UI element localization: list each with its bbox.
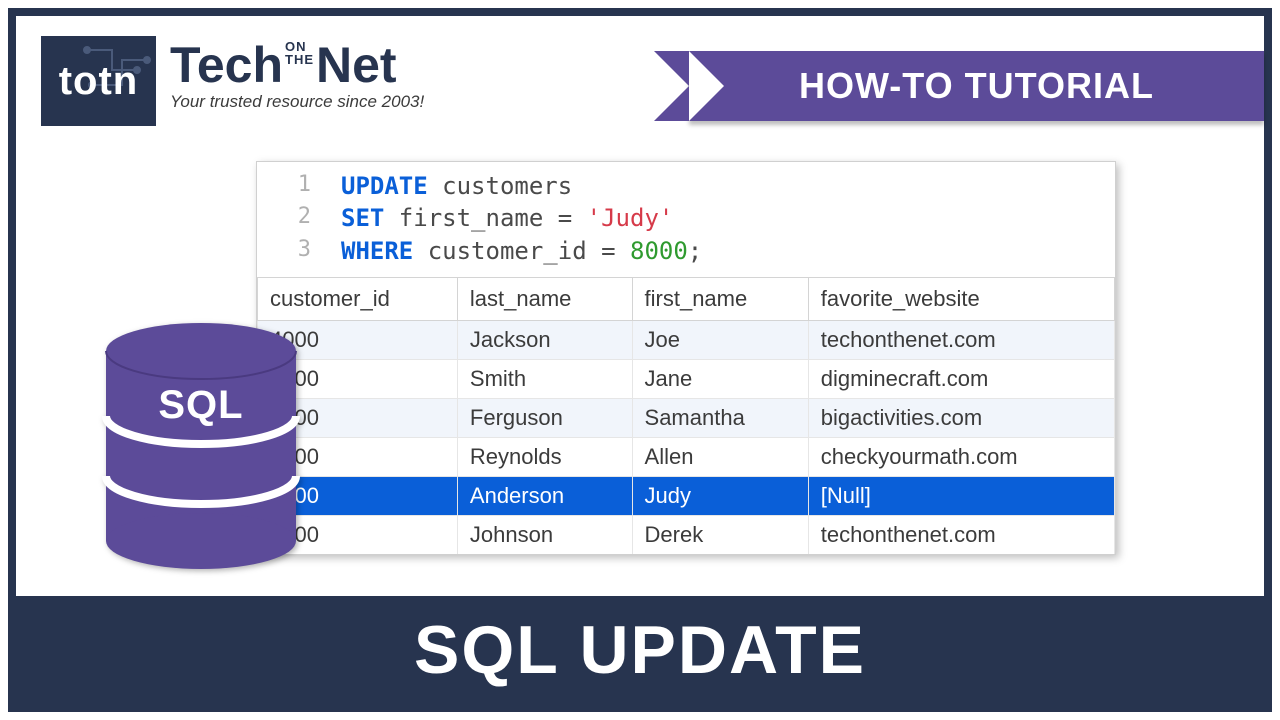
sql-card: 1 UPDATE customers 2 SET first_name = 'J… xyxy=(256,161,1116,555)
database-icon-label: SQL xyxy=(101,383,301,428)
table-cell: techonthenet.com xyxy=(808,321,1114,360)
column-header: first_name xyxy=(632,278,808,321)
table-cell: Derek xyxy=(632,516,808,555)
table-row: 8000AndersonJudy[Null] xyxy=(258,477,1115,516)
table-cell: Smith xyxy=(457,360,632,399)
column-header: favorite_website xyxy=(808,278,1114,321)
keyword-set: SET xyxy=(341,204,384,232)
content-area: 1 UPDATE customers 2 SET first_name = 'J… xyxy=(16,161,1264,596)
line-number: 1 xyxy=(271,170,311,202)
slide-frame: totn TechONTHENet Your trusted resource … xyxy=(8,8,1272,712)
totn-logo-box: totn xyxy=(41,36,156,126)
table-cell: Jane xyxy=(632,360,808,399)
table-cell: [Null] xyxy=(808,477,1114,516)
slide-title: SQL UPDATE xyxy=(414,611,866,689)
brand-main: TechONTHENet xyxy=(170,40,424,90)
header: totn TechONTHENet Your trusted resource … xyxy=(16,16,1264,136)
table-cell: Reynolds xyxy=(457,438,632,477)
tagline: Your trusted resource since 2003! xyxy=(170,92,424,112)
string-literal: 'Judy' xyxy=(587,204,674,232)
code-line: 1 UPDATE customers xyxy=(271,170,1101,202)
brand-tech: Tech xyxy=(170,37,283,93)
table-row: 5000SmithJanedigminecraft.com xyxy=(258,360,1115,399)
table-cell: Jackson xyxy=(457,321,632,360)
result-table: customer_id last_name first_name favorit… xyxy=(257,277,1115,554)
table-cell: checkyourmath.com xyxy=(808,438,1114,477)
database-icon: SQL xyxy=(101,321,301,571)
totn-logo-text: totn xyxy=(59,59,139,104)
table-row: 6000FergusonSamanthabigactivities.com xyxy=(258,399,1115,438)
keyword-update: UPDATE xyxy=(341,172,428,200)
footer-bar: SQL UPDATE xyxy=(16,596,1264,704)
column-header: customer_id xyxy=(258,278,458,321)
table-cell: techonthenet.com xyxy=(808,516,1114,555)
code-block: 1 UPDATE customers 2 SET first_name = 'J… xyxy=(257,162,1115,277)
table-cell: Allen xyxy=(632,438,808,477)
logo-block: totn TechONTHENet Your trusted resource … xyxy=(41,36,424,126)
table-row: 4000JacksonJoetechonthenet.com xyxy=(258,321,1115,360)
table-cell: Ferguson xyxy=(457,399,632,438)
table-cell: digminecraft.com xyxy=(808,360,1114,399)
table-cell: Johnson xyxy=(457,516,632,555)
code-line: 3 WHERE customer_id = 8000; xyxy=(271,235,1101,267)
ribbon-label: HOW-TO TUTORIAL xyxy=(799,65,1154,107)
line-number: 3 xyxy=(271,235,311,267)
ribbon-banner: HOW-TO TUTORIAL xyxy=(689,51,1264,121)
brand-onthe: ONTHE xyxy=(285,40,314,66)
table-row: 9000JohnsonDerektechonthenet.com xyxy=(258,516,1115,555)
table-cell: Joe xyxy=(632,321,808,360)
number-literal: 8000 xyxy=(630,237,688,265)
code-line: 2 SET first_name = 'Judy' xyxy=(271,202,1101,234)
brand-text: TechONTHENet Your trusted resource since… xyxy=(170,36,424,112)
table-cell: Judy xyxy=(632,477,808,516)
table-cell: Anderson xyxy=(457,477,632,516)
table-cell: Samantha xyxy=(632,399,808,438)
table-row: 7000ReynoldsAllencheckyourmath.com xyxy=(258,438,1115,477)
table-cell: bigactivities.com xyxy=(808,399,1114,438)
table-header-row: customer_id last_name first_name favorit… xyxy=(258,278,1115,321)
line-number: 2 xyxy=(271,202,311,234)
keyword-where: WHERE xyxy=(341,237,413,265)
column-header: last_name xyxy=(457,278,632,321)
brand-net: Net xyxy=(316,37,397,93)
